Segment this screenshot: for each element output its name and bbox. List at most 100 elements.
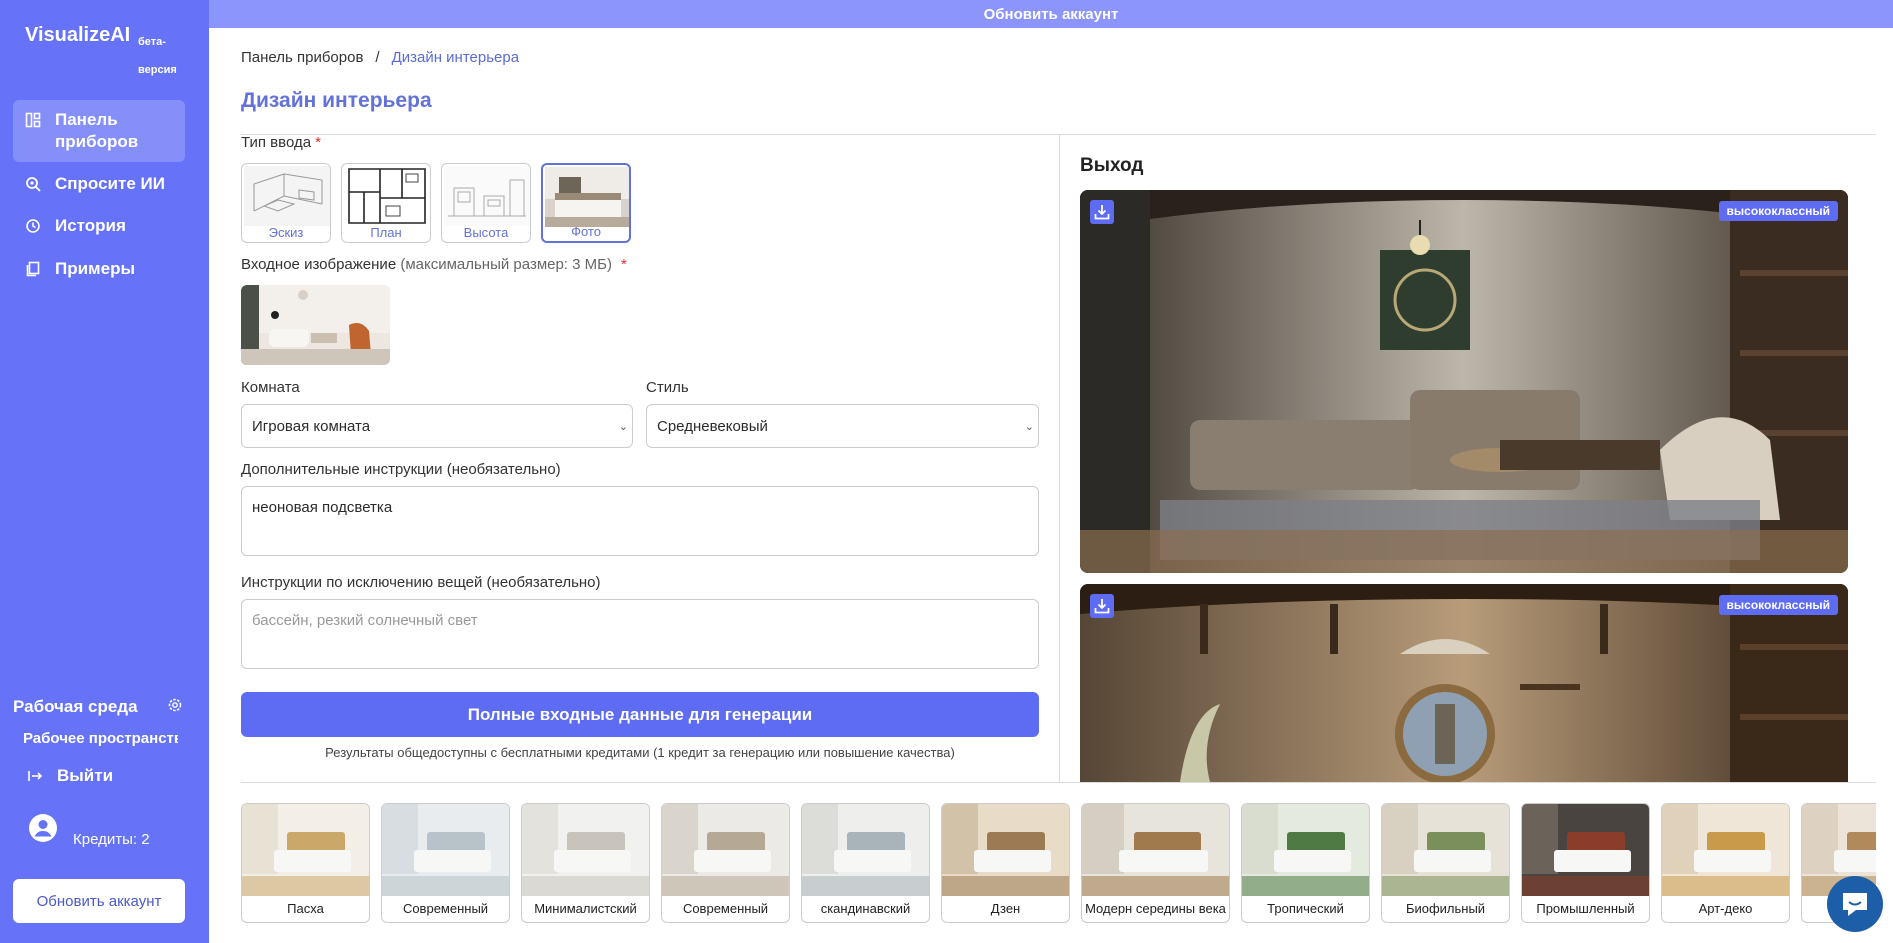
style-card[interactable]: Современный: [381, 803, 510, 923]
room-label: Комната: [241, 379, 300, 396]
style-card[interactable]: Промышленный: [1521, 803, 1650, 923]
breadcrumb-separator: /: [375, 49, 380, 66]
style-thumbnail: [1522, 804, 1649, 896]
avatar-icon[interactable]: [29, 814, 57, 842]
logout-icon: [28, 771, 43, 781]
input-image-label: Входное изображение (максимальный размер…: [241, 256, 627, 273]
download-icon[interactable]: [1090, 594, 1114, 618]
style-thumbnail: [522, 804, 649, 896]
style-card-label: Современный: [682, 901, 769, 916]
extra-instructions-label: Дополнительные инструкции (необязательно…: [241, 461, 561, 478]
generate-button[interactable]: Полные входные данные для генерации: [241, 692, 1039, 737]
style-thumbnail: [1082, 804, 1229, 896]
credits-count: Кредиты: 2: [73, 831, 150, 848]
breadcrumb-root[interactable]: Панель приборов: [241, 49, 363, 66]
page-title: Дизайн интерьера: [241, 89, 432, 112]
plan-thumbnail: [344, 166, 430, 226]
output-image-1[interactable]: высококлассный: [1080, 190, 1848, 573]
history-icon: [26, 219, 40, 233]
input-type-sketch[interactable]: Эскиз: [241, 163, 331, 243]
gear-icon[interactable]: [167, 697, 183, 713]
output-image-2[interactable]: высококлассный: [1080, 584, 1848, 782]
chevron-down-icon: ⌄: [618, 421, 628, 433]
style-card[interactable]: скандинавский: [801, 803, 930, 923]
sketch-thumbnail: [244, 166, 330, 226]
room-select-value: Игровая комната: [252, 417, 371, 435]
input-image-preview[interactable]: [241, 285, 390, 365]
style-card-label: Тропический: [1267, 901, 1344, 916]
sidebar-item-label: Спросите ИИ: [55, 174, 165, 193]
chat-icon: [1843, 893, 1867, 916]
style-card[interactable]: Современный: [661, 803, 790, 923]
input-type-elevation[interactable]: Высота: [441, 163, 531, 243]
column-divider: [1059, 134, 1060, 782]
workspace-title: Рабочая среда: [13, 697, 138, 716]
sidebar-item-label: Примеры: [55, 259, 135, 278]
sidebar-item-label: Панель приборов: [55, 110, 139, 151]
style-card-label: Промышленный: [1536, 901, 1635, 916]
sidebar-item-history[interactable]: История: [13, 215, 185, 237]
style-card-label: Модерн середины века: [1085, 901, 1226, 916]
logout-label: Выйти: [57, 766, 114, 785]
uploaded-photo: [241, 285, 390, 365]
style-card[interactable]: Биофильный: [1381, 803, 1510, 923]
dashboard-icon: [25, 112, 41, 128]
sidebar-item-ask-ai[interactable]: Спросите ИИ: [13, 173, 185, 195]
style-thumbnail: [242, 804, 369, 896]
chat-button[interactable]: [1827, 876, 1883, 932]
style-select-value: Средневековый: [657, 417, 768, 435]
style-card[interactable]: Модерн середины века: [1081, 803, 1230, 923]
upgrade-account-button[interactable]: Обновить аккаунт: [13, 879, 185, 923]
breadcrumb-current: Дизайн интерьера: [391, 49, 520, 66]
style-card-label: Пасха: [287, 901, 324, 916]
photo-thumbnail: [545, 167, 629, 227]
quality-badge: высококлассный: [1718, 595, 1838, 615]
divider: [241, 782, 1876, 783]
style-card-label: Биофильный: [1405, 901, 1486, 916]
download-icon[interactable]: [1090, 200, 1114, 224]
style-thumbnail: [802, 804, 929, 896]
exclude-instructions-label: Инструкции по исключению вещей (необязат…: [241, 574, 601, 591]
style-card-label: Дзен: [990, 901, 1021, 916]
input-type-label-plan: План: [370, 225, 402, 240]
style-card-label: Минималистский: [534, 901, 637, 916]
input-type-label: Тип ввода *: [241, 134, 321, 151]
examples-icon: [26, 261, 40, 277]
input-type-photo[interactable]: Фото: [541, 163, 631, 243]
style-card[interactable]: Арт-деко: [1661, 803, 1790, 923]
style-card[interactable]: Пасха: [241, 803, 370, 923]
sidebar-item-dashboard[interactable]: Панель приборов: [13, 100, 185, 162]
search-icon: [26, 177, 41, 192]
breadcrumb: Панель приборов / Дизайн интерьера: [241, 49, 519, 66]
sidebar-item-examples[interactable]: Примеры: [13, 258, 185, 280]
elevation-thumbnail: [444, 166, 530, 226]
style-card-label: скандинавский: [820, 901, 911, 916]
style-card-label: Современный: [402, 901, 489, 916]
extra-instructions-input[interactable]: неоновая подсветка: [241, 486, 1039, 556]
chevron-down-icon: ⌄: [1024, 421, 1034, 433]
style-thumbnail: [942, 804, 1069, 896]
beta-badge: бета-версия: [138, 36, 177, 76]
style-card[interactable]: Минималистский: [521, 803, 650, 923]
style-label: Стиль: [646, 379, 689, 396]
input-type-plan[interactable]: План: [341, 163, 431, 243]
output-render-1: [1080, 190, 1848, 573]
credits-note: Результаты общедоступны с бесплатными кр…: [325, 745, 955, 760]
upgrade-banner[interactable]: Обновить аккаунт: [209, 0, 1893, 28]
workspace-selector[interactable]: Рабочее пространство: [23, 730, 178, 747]
sidebar: VisualizeAI бета-версия Панель приборов …: [0, 0, 209, 943]
brand-logo[interactable]: VisualizeAI: [25, 24, 130, 47]
style-thumbnail: [1382, 804, 1509, 896]
exclude-instructions-input[interactable]: бассейн, резкий солнечный свет: [241, 599, 1039, 669]
input-type-label-photo: Фото: [571, 224, 601, 239]
room-select[interactable]: Игровая комната ⌄: [241, 404, 633, 448]
style-thumbnail: [662, 804, 789, 896]
style-select[interactable]: Средневековый ⌄: [646, 404, 1039, 448]
style-card-label: Арт-деко: [1698, 901, 1753, 916]
style-card[interactable]: Дзен: [941, 803, 1070, 923]
style-thumbnail: [1242, 804, 1369, 896]
style-thumbnail: [1662, 804, 1789, 896]
logout-button[interactable]: Выйти: [27, 766, 113, 786]
sidebar-item-label: История: [55, 216, 126, 235]
style-card[interactable]: Тропический: [1241, 803, 1370, 923]
